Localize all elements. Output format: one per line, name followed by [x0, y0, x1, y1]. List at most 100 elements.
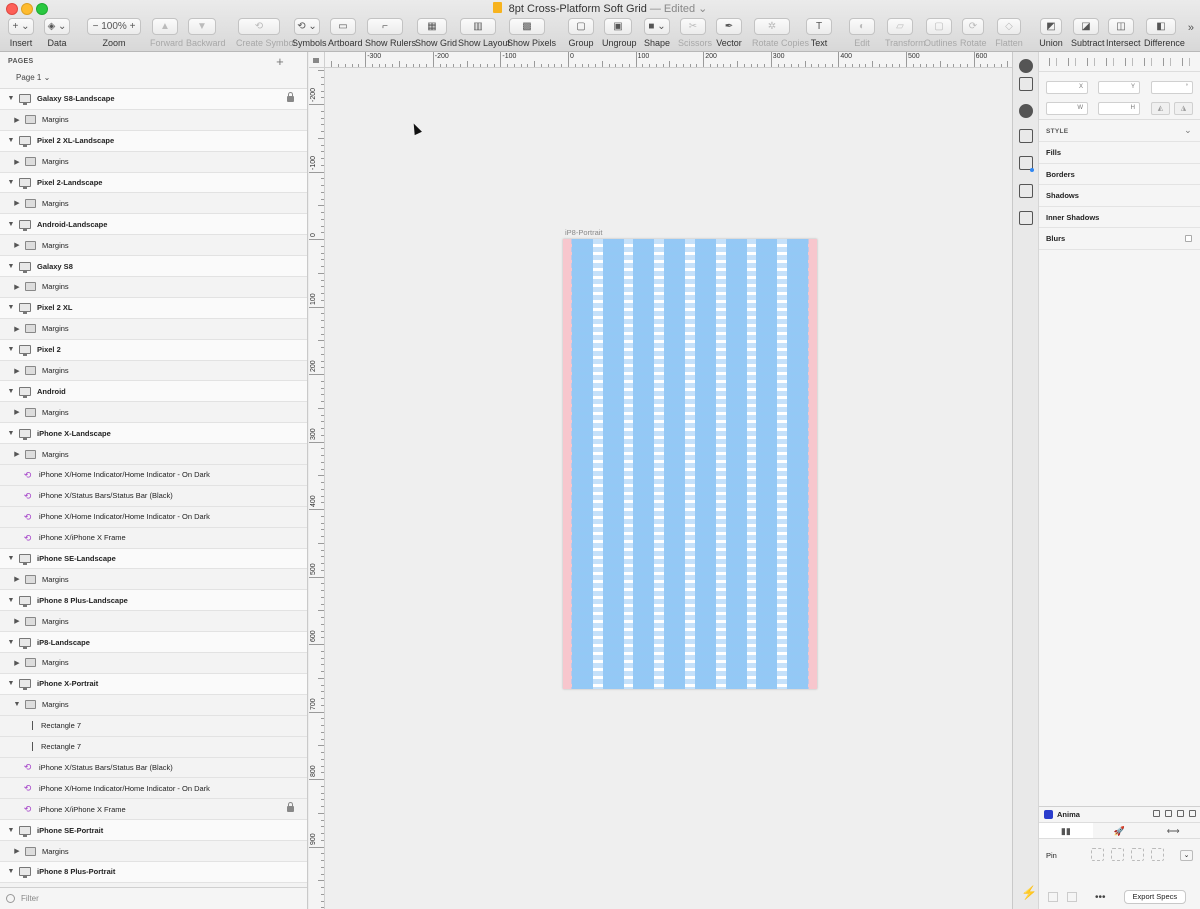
toolbar-create-symbol-button[interactable]: ⟲ Create Symbol	[236, 18, 296, 50]
toolbar-insert-button[interactable]: + ⌄ Insert	[6, 18, 36, 50]
rotation-field[interactable]: °	[1151, 81, 1193, 94]
disclosure-expanded-icon[interactable]: ▼	[6, 639, 16, 646]
layer-row-artboard[interactable]: ▼ Pixel 2 XL-Landscape	[0, 130, 307, 152]
layer-row-group[interactable]: ▶ Margins	[0, 841, 307, 862]
toolbar-flatten-button[interactable]: ◇ Flatten	[995, 18, 1023, 50]
layer-row-artboard[interactable]: ▼ iP8-Landscape	[0, 632, 307, 654]
anima-tab-link-icon[interactable]: ⟷	[1146, 823, 1200, 838]
flip-vertical-icon[interactable]: ◮	[1174, 102, 1193, 115]
anima-close-box-icon[interactable]	[1067, 892, 1077, 902]
disclosure-collapsed-icon[interactable]: ▶	[12, 575, 22, 583]
canvas[interactable]: iP8-Portrait	[325, 68, 1012, 909]
toolbar-show-rulers-button[interactable]: ⌐ Show Rulers	[365, 18, 416, 50]
toolbar-artboard-button[interactable]: ▭ Artboard	[328, 18, 363, 50]
disclosure-expanded-icon[interactable]: ▼	[12, 701, 22, 708]
layer-row-group[interactable]: ▶ Margins	[0, 360, 307, 382]
distribute-v-icon[interactable]	[1182, 57, 1191, 66]
pin-all-icon[interactable]	[1091, 848, 1104, 861]
disclosure-collapsed-icon[interactable]: ▶	[12, 367, 22, 375]
edit-image-icon[interactable]	[1019, 184, 1033, 198]
disclosure-collapsed-icon[interactable]: ▶	[12, 659, 22, 667]
layer-row-group[interactable]: ▶ Margins	[0, 444, 307, 466]
disclosure-expanded-icon[interactable]: ▼	[6, 263, 16, 270]
artboard-ip8-portrait[interactable]	[563, 239, 817, 689]
toolbar-scissors-button[interactable]: ✂ Scissors	[678, 18, 712, 50]
pin-horizontal-icon[interactable]	[1131, 848, 1144, 861]
toolbar-outlines-button[interactable]: ▢ Outlines	[924, 18, 957, 50]
toolbar-union-button[interactable]: ◩ Union	[1038, 18, 1064, 50]
align-center-icon[interactable]	[1067, 57, 1076, 66]
layer-row-symbol[interactable]: ⟲ iPhone X/Home Indicator/Home Indicator …	[0, 506, 307, 528]
edited-indicator[interactable]: — Edited ⌄	[650, 3, 708, 15]
disclosure-expanded-icon[interactable]: ▼	[6, 388, 16, 395]
disclosure-collapsed-icon[interactable]: ▶	[12, 199, 22, 207]
style-inner-shadows-row[interactable]: Inner Shadows	[1039, 207, 1200, 229]
blurs-toggle-checkbox[interactable]	[1185, 235, 1192, 243]
flip-horizontal-icon[interactable]: ◭	[1151, 102, 1170, 115]
toolbar-group-button[interactable]: ▢ Group	[566, 18, 596, 50]
more-options-button[interactable]: •••	[1095, 892, 1106, 903]
disclosure-expanded-icon[interactable]: ▼	[6, 346, 16, 353]
disclosure-expanded-icon[interactable]: ▼	[6, 179, 16, 186]
craft-icon[interactable]	[1019, 59, 1033, 73]
layer-row-artboard[interactable]: ▼ iPhone 8 Plus-Portrait	[0, 861, 307, 883]
artboard-title[interactable]: iP8-Portrait	[565, 228, 603, 237]
toolbar-rotate-copies-button[interactable]: ✲ Rotate Copies	[752, 18, 809, 50]
style-shadows-row[interactable]: Shadows	[1039, 185, 1200, 207]
disclosure-expanded-icon[interactable]: ▼	[6, 827, 16, 834]
toolbar-overflow-button[interactable]: »	[1188, 22, 1194, 34]
disclosure-collapsed-icon[interactable]: ▶	[12, 617, 22, 625]
anima-link-icon[interactable]	[1153, 810, 1160, 817]
disclosure-collapsed-icon[interactable]: ▶	[12, 116, 22, 124]
lock-icon[interactable]	[287, 802, 294, 813]
toolbar-data-button[interactable]: ◈ ⌄ Data	[42, 18, 72, 50]
trash-icon[interactable]	[1151, 848, 1164, 861]
align-left-icon[interactable]	[1048, 57, 1057, 66]
layer-row-artboard[interactable]: ▼ iPhone X-Portrait	[0, 673, 307, 695]
toolbar-show-grid-button[interactable]: ▦ Show Grid	[415, 18, 457, 50]
anima-tab-launch-icon[interactable]: 🚀	[1093, 823, 1147, 838]
layer-row-group[interactable]: ▶ Margins	[0, 611, 307, 633]
layer-row-rect[interactable]: Rectangle 7	[0, 715, 307, 737]
layer-row-artboard[interactable]: ▼ Android	[0, 381, 307, 403]
toolbar-zoom-button[interactable]: − 100% + Zoom	[85, 18, 143, 50]
layer-row-group[interactable]: ▶ Margins	[0, 277, 307, 298]
disclosure-collapsed-icon[interactable]: ▶	[12, 283, 22, 291]
layer-row-artboard[interactable]: ▼ Pixel 2-Landscape	[0, 172, 307, 194]
disclosure-expanded-icon[interactable]: ▼	[6, 555, 16, 562]
layer-row-group[interactable]: ▶ Margins	[0, 109, 307, 131]
layer-row-artboard[interactable]: ▼ iPhone X-Landscape	[0, 423, 307, 445]
anima-help-icon[interactable]	[1189, 810, 1196, 817]
layer-row-artboard[interactable]: ▼ Pixel 2	[0, 339, 307, 361]
layer-row-group[interactable]: ▶ Margins	[0, 402, 307, 424]
disclosure-collapsed-icon[interactable]: ▶	[12, 158, 22, 166]
horizontal-ruler[interactable]: -300 -200 -100 0 100 200 300 400 500 600	[325, 52, 1012, 68]
toolbar-transform-button[interactable]: ▱ Transform	[885, 18, 926, 50]
anima-panel-icon[interactable]	[1165, 810, 1172, 817]
width-field[interactable]: W	[1046, 102, 1088, 115]
style-chevron-icon[interactable]: ⌄	[1184, 125, 1192, 136]
layer-row-artboard[interactable]: ▼ Android-Landscape	[0, 214, 307, 236]
disclosure-expanded-icon[interactable]: ▼	[6, 868, 16, 875]
filter-input[interactable]: Filter	[21, 894, 39, 903]
y-field[interactable]: Y	[1098, 81, 1140, 94]
library-icon[interactable]	[1019, 129, 1033, 143]
layer-row-symbol[interactable]: ⟲ iPhone X/Home Indicator/Home Indicator …	[0, 465, 307, 486]
toolbar-subtract-button[interactable]: ◪ Subtract	[1071, 18, 1105, 50]
toolbar-shape-button[interactable]: ■ ⌄ Shape	[642, 18, 672, 50]
layer-row-artboard[interactable]: ▼ iPhone SE-Landscape	[0, 548, 307, 570]
disclosure-expanded-icon[interactable]: ▼	[6, 137, 16, 144]
distribute-h-icon[interactable]	[1163, 57, 1172, 66]
toolbar-symbols-button[interactable]: ⟲ ⌄ Symbols	[292, 18, 327, 50]
anima-gear-icon[interactable]	[1177, 810, 1184, 817]
toolbar-text-button[interactable]: T Text	[804, 18, 834, 50]
layer-row-group[interactable]: ▶ Margins	[0, 653, 307, 674]
align-bottom-icon[interactable]	[1144, 57, 1153, 66]
toolbar-ungroup-button[interactable]: ▣ Ungroup	[602, 18, 637, 50]
disclosure-expanded-icon[interactable]: ▼	[6, 221, 16, 228]
add-page-button[interactable]: +	[276, 54, 284, 69]
pin-dropdown-chevron-icon[interactable]: ⌄	[1180, 850, 1193, 861]
page-selector[interactable]: Page 1 ⌄	[0, 70, 307, 88]
height-field[interactable]: H	[1098, 102, 1140, 115]
toolbar-show-layout-button[interactable]: ▥ Show Layout	[458, 18, 510, 50]
